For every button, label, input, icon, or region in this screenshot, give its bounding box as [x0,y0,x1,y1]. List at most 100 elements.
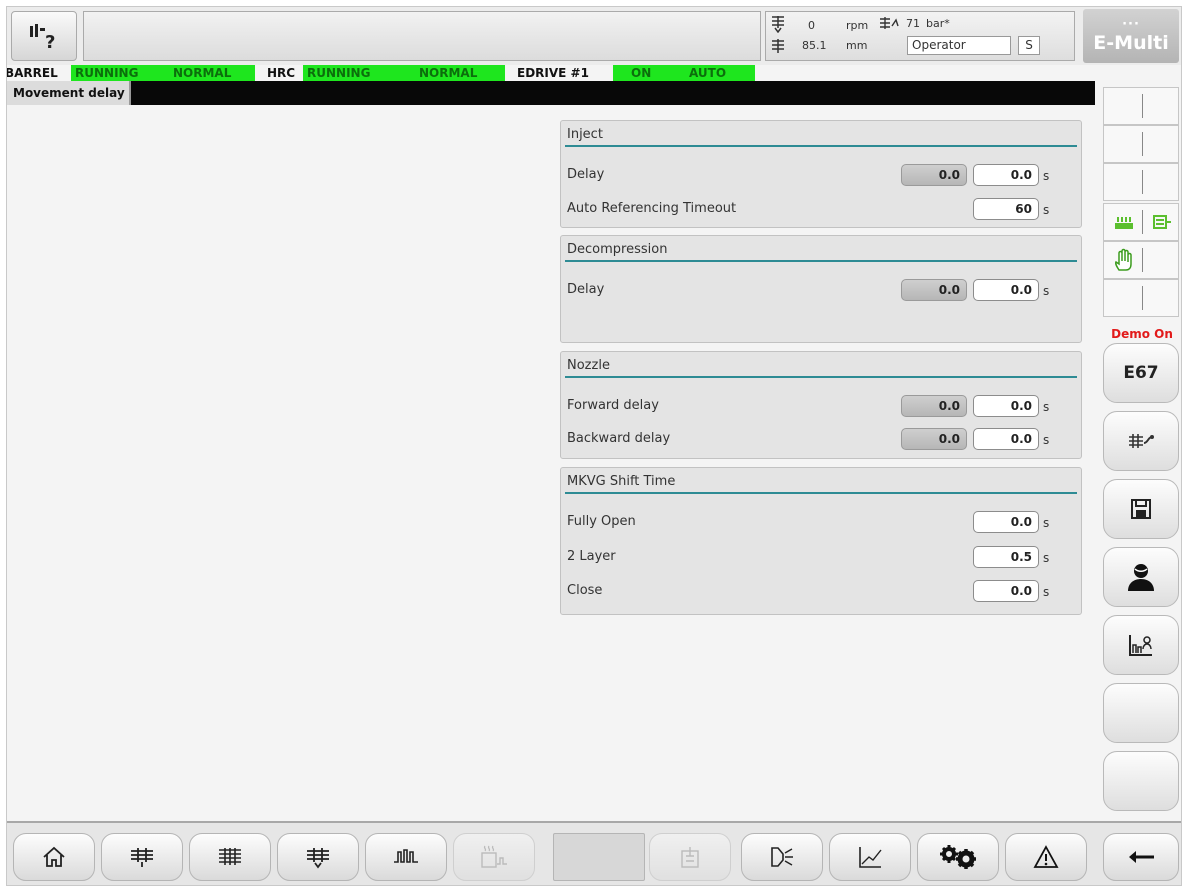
barrel-button[interactable] [189,833,271,881]
forward-delay-input[interactable]: 0.0 [973,395,1039,417]
heating-zones-icon [392,846,420,868]
status-state-barrel: RUNNING [71,65,169,81]
quick-slot-6[interactable] [1103,279,1179,317]
auto-ref-timeout-input[interactable]: 60 [973,198,1039,220]
forward-delay-label: Forward delay [567,398,659,413]
heater-icon[interactable] [1114,214,1134,230]
pressure-value: 71 [906,17,920,30]
fully-open-input[interactable]: 0.0 [973,511,1039,533]
inject-delay-actual: 0.0 [901,164,967,186]
home-button[interactable] [13,833,95,881]
empty-side-button-1[interactable] [1103,683,1179,743]
auto-ref-timeout-unit: s [1043,203,1050,217]
error-code: E67 [1123,363,1159,383]
injection-unit-button[interactable] [101,833,183,881]
logo-text: E-Multi [1093,32,1169,54]
quick-slot-3[interactable] [1103,163,1179,201]
fully-open-row: Fully Open 0.0 s [567,510,1077,534]
ejector-button[interactable] [649,833,731,881]
backward-delay-actual: 0.0 [901,428,967,450]
manual-hand-icon[interactable] [1114,248,1134,272]
status-state-hrc: RUNNING [303,65,415,81]
status-mode-barrel: NORMAL [169,65,255,81]
chart-user-icon [1128,633,1154,657]
chart-user-button[interactable] [1103,615,1179,675]
trend-button[interactable] [829,833,911,881]
right-toolbar: Demo On E67 [1101,81,1181,821]
help-button[interactable]: ? [11,11,77,61]
page-title[interactable]: Movement delay [7,81,131,105]
hot-runner-icon [479,844,509,870]
two-layer-input[interactable]: 0.5 [973,546,1039,568]
screw-button[interactable] [277,833,359,881]
screw-position-icon [770,38,786,56]
pressure-unit: bar* [926,17,950,30]
backward-delay-unit: s [1043,433,1050,447]
user-login-button[interactable] [1103,547,1179,607]
decompression-delay-input[interactable]: 0.0 [973,279,1039,301]
backward-delay-input[interactable]: 0.0 [973,428,1039,450]
two-layer-row: 2 Layer 0.5 s [567,545,1077,569]
screw-speed-icon [770,15,786,33]
status-label-barrel: BARREL [7,65,62,81]
error-code-button[interactable]: E67 [1103,343,1179,403]
demo-mode-indicator: Demo On [1111,327,1173,341]
message-field [83,11,761,61]
inject-delay-input[interactable]: 0.0 [973,164,1039,186]
screw-icon [304,845,332,869]
help-question-icon: ? [27,21,61,51]
save-button[interactable] [1103,479,1179,539]
quick-slot-2[interactable] [1103,125,1179,163]
screw-position-unit: mm [846,39,868,52]
fully-open-unit: s [1043,516,1050,530]
empty-side-button-2[interactable] [1103,751,1179,811]
decompression-panel-title: Decompression [565,240,1077,262]
back-arrow-icon [1126,849,1156,865]
decompression-delay-unit: s [1043,284,1050,298]
nozzle-icon [769,845,795,869]
pressure-icon [878,16,900,30]
screw-service-icon [1126,431,1156,451]
quick-slot-4[interactable] [1103,203,1179,241]
empty-slot-button[interactable] [553,833,645,881]
title-bar: Movement delay [7,81,1095,105]
barrel-icon [216,845,244,869]
status-label-hrc: HRC [263,65,300,81]
back-button[interactable] [1103,833,1179,881]
svg-text:?: ? [45,32,55,51]
auto-ref-timeout-label: Auto Referencing Timeout [567,201,737,216]
forward-delay-unit: s [1043,400,1050,414]
conveyor-icon[interactable] [1152,214,1172,230]
mkvg-panel-title: MKVG Shift Time [565,472,1077,494]
access-level-field[interactable]: S [1018,36,1040,55]
nozzle-button[interactable] [741,833,823,881]
quick-slot-1[interactable] [1103,87,1179,125]
screw-service-button[interactable] [1103,411,1179,471]
heating-zones-button[interactable] [365,833,447,881]
quick-slot-5[interactable] [1103,241,1179,279]
bottom-toolbar [7,821,1181,885]
close-label: Close [567,583,603,598]
backward-delay-label: Backward delay [567,431,671,446]
decompression-delay-label: Delay [567,282,605,297]
screw-position-value: 85.1 [802,39,827,52]
brand-logo: ··· E-Multi [1083,9,1179,63]
alarm-button[interactable] [1005,833,1087,881]
user-field[interactable]: Operator [907,36,1011,55]
inject-delay-row: Delay 0.0 0.0 s [567,163,1077,187]
inject-panel: Inject Delay 0.0 0.0 s Auto Referencing … [560,120,1082,228]
alarm-icon [1033,845,1059,869]
status-label-edrive: EDRIVE #1 [513,65,593,81]
decompression-panel: Decompression Delay 0.0 0.0 s [560,235,1082,343]
status-mode-hrc: NORMAL [415,65,505,81]
close-row: Close 0.0 s [567,579,1077,603]
backward-delay-row: Backward delay 0.0 0.0 s [567,427,1077,451]
settings-button[interactable] [917,833,999,881]
hot-runner-button[interactable] [453,833,535,881]
screw-speed-value: 0 [808,19,815,32]
fully-open-label: Fully Open [567,514,636,529]
forward-delay-actual: 0.0 [901,395,967,417]
status-bar: BARREL RUNNING NORMAL HRC RUNNING NORMAL… [7,65,1181,81]
close-input[interactable]: 0.0 [973,580,1039,602]
nozzle-panel-title: Nozzle [565,356,1077,378]
